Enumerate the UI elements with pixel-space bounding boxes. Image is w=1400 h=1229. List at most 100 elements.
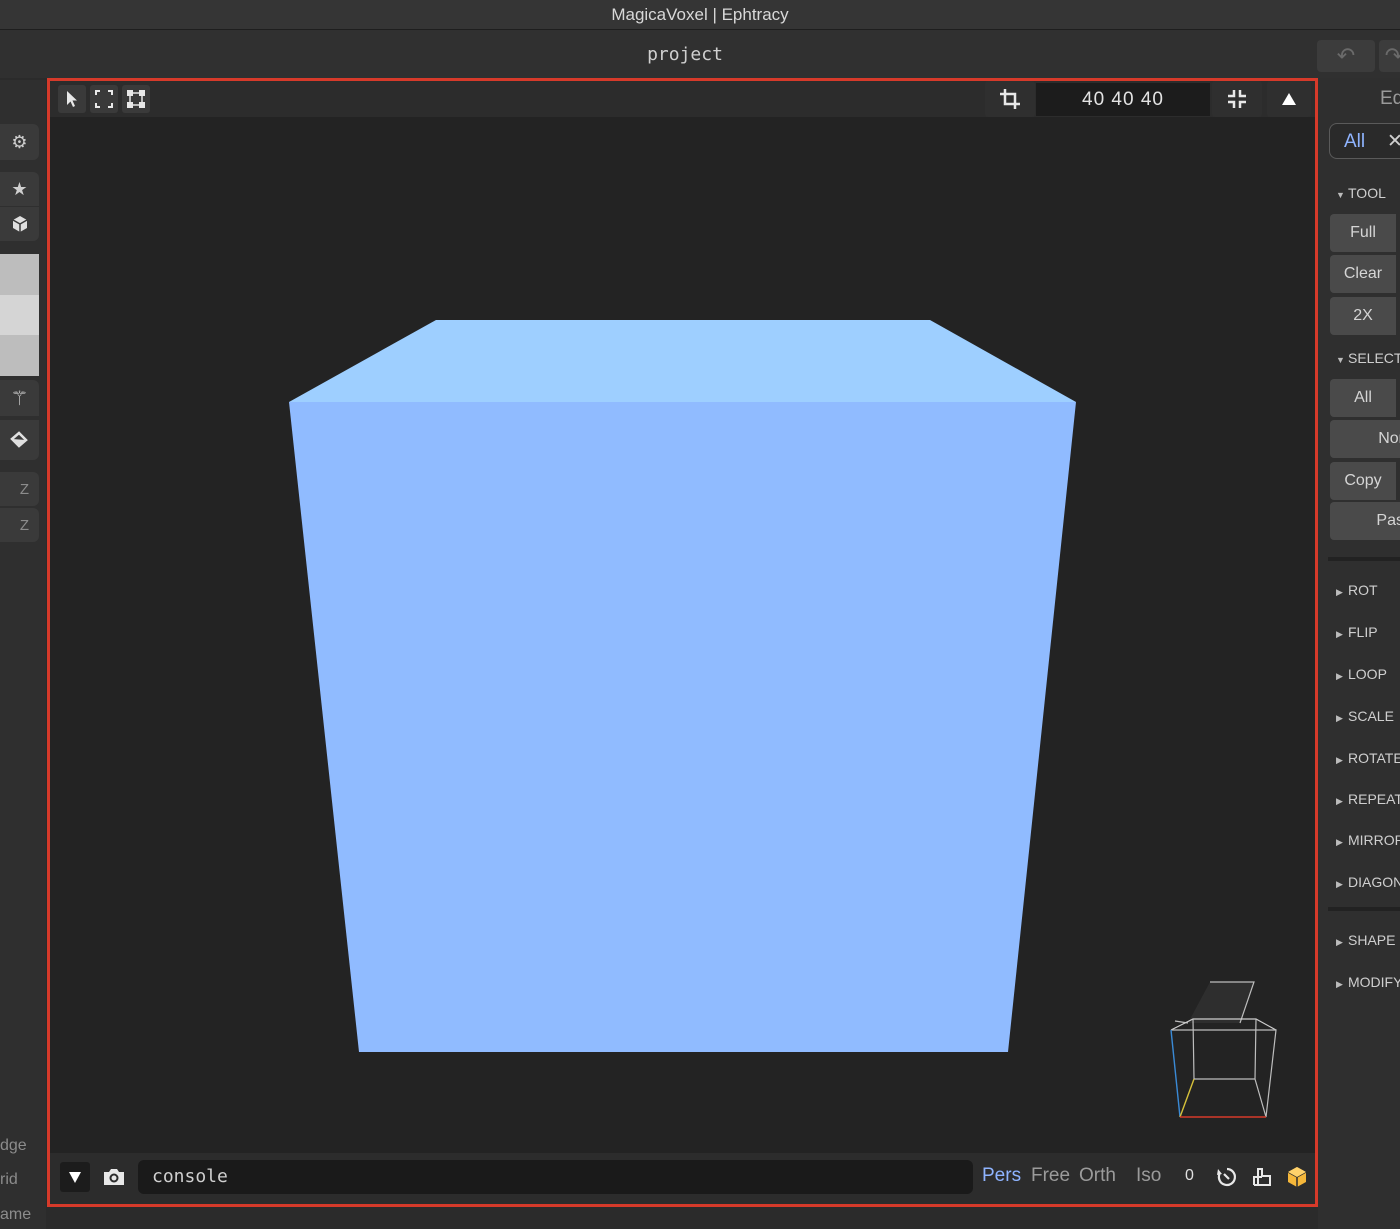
expand-toggle-button[interactable]: [1267, 81, 1311, 117]
section-diagonal[interactable]: ▶ DIAGON: [1336, 874, 1400, 890]
section-loop[interactable]: ▶ LOOP: [1336, 666, 1387, 682]
expand-icon[interactable]: ✕: [1387, 130, 1400, 153]
render-mode-button[interactable]: [1283, 1163, 1311, 1191]
panel-header: Ed: [1380, 88, 1400, 109]
view-mode-orth[interactable]: Orth: [1079, 1165, 1116, 1187]
pointer-tool-button[interactable]: [58, 85, 86, 113]
select-box-button[interactable]: [90, 85, 118, 113]
reset-view-button[interactable]: [1213, 1163, 1241, 1191]
cube-front-face: [289, 402, 1076, 1052]
project-bar: project: [0, 30, 1400, 78]
palette-swatch-3[interactable]: [0, 335, 39, 376]
section-scale[interactable]: ▶ SCALE: [1336, 708, 1394, 724]
grid-view-button[interactable]: [1248, 1163, 1276, 1191]
paste-button[interactable]: Pas: [1330, 502, 1400, 540]
triangle-right-icon: ▶: [1336, 837, 1343, 847]
triangle-down-icon: ▼: [1336, 355, 1345, 365]
triangle-right-icon: ▶: [1336, 755, 1343, 765]
tool-2x-button[interactable]: 2X: [1330, 297, 1396, 335]
viewport-statusbar: console Pers Free Orth Iso 0: [50, 1153, 1315, 1204]
tool-clear-button[interactable]: Clear: [1330, 255, 1396, 293]
triangle-up-icon: [1282, 93, 1296, 105]
section-modify[interactable]: ▶ MODIFY: [1336, 974, 1400, 990]
undo-button[interactable]: ↶: [1317, 40, 1375, 72]
view-mode-free[interactable]: Free: [1031, 1165, 1070, 1187]
frame-counter[interactable]: 0: [1185, 1167, 1194, 1185]
copy-button[interactable]: Copy: [1330, 462, 1396, 500]
section-flip[interactable]: ▶ FLIP: [1336, 624, 1378, 640]
crop-button[interactable]: [985, 81, 1035, 117]
triangle-right-icon: ▶: [1336, 796, 1343, 806]
voxel-canvas[interactable]: [50, 117, 1315, 1153]
redo-icon: ↷: [1384, 43, 1400, 68]
collapse-icon: [1228, 90, 1246, 108]
axis-z-button-1[interactable]: Z: [0, 472, 39, 506]
triangle-right-icon: ▶: [1336, 587, 1343, 597]
console-input[interactable]: console: [138, 1160, 973, 1194]
viewport[interactable]: 40 40 40 console Pers Free Orth Iso 0: [47, 78, 1318, 1207]
gear-icon: ⚙: [11, 131, 28, 152]
panel-divider-1: [1328, 557, 1400, 561]
axis-z-button-2[interactable]: Z: [0, 508, 39, 542]
triangle-right-icon: ▶: [1336, 671, 1343, 681]
filter-tab-all[interactable]: All: [1344, 131, 1365, 153]
grid-toggle-label[interactable]: rid: [0, 1171, 18, 1189]
paint-bucket-icon: [9, 431, 28, 448]
view-mode-iso[interactable]: Iso: [1136, 1165, 1161, 1187]
cube-icon: [1287, 1167, 1307, 1187]
redo-button[interactable]: ↷: [1379, 40, 1400, 72]
screenshot-button[interactable]: [98, 1162, 130, 1192]
rotate-reset-icon: [1217, 1167, 1236, 1187]
cube-top-face: [289, 320, 1076, 402]
magic-wand-icon: ⚚: [10, 387, 29, 410]
tool-full-button[interactable]: Full: [1330, 214, 1396, 252]
triangle-right-icon: ▶: [1336, 879, 1343, 889]
voxel-scene: [289, 320, 1277, 1118]
section-tool[interactable]: ▼ TOOL: [1336, 185, 1386, 201]
fit-view-button[interactable]: [1212, 81, 1262, 117]
window-title: MagicaVoxel | Ephtracy: [0, 0, 1400, 30]
filter-tabs: All ✕: [1329, 123, 1400, 159]
camera-icon: [104, 1169, 124, 1185]
viewport-toolbar: 40 40 40: [50, 81, 1315, 117]
transform-box-button[interactable]: [122, 85, 150, 113]
cube-icon: [12, 216, 27, 232]
select-box-icon: [95, 90, 113, 108]
select-none-button[interactable]: Nor: [1330, 420, 1400, 458]
section-shape[interactable]: ▶ SHAPE: [1336, 932, 1395, 948]
triangle-right-icon: ▶: [1336, 629, 1343, 639]
section-repeat[interactable]: ▶ REPEAT: [1336, 791, 1400, 807]
right-panel: Ed All ✕ ▼ TOOL Full Clear 2X ▼ SELECT All…: [1318, 78, 1400, 1229]
triangle-down-icon: [69, 1172, 81, 1183]
edge-toggle-label[interactable]: dge: [0, 1137, 27, 1155]
model-dimensions[interactable]: 40 40 40: [1036, 83, 1210, 116]
triangle-right-icon: ▶: [1336, 937, 1343, 947]
select-all-button[interactable]: All: [1330, 379, 1396, 417]
triangle-right-icon: ▶: [1336, 713, 1343, 723]
section-mirror[interactable]: ▶ MIRROR: [1336, 832, 1400, 848]
settings-button[interactable]: ⚙: [0, 124, 39, 160]
view-mode-pers[interactable]: Pers: [982, 1165, 1021, 1187]
model-button[interactable]: [0, 207, 39, 241]
frame-toggle-label[interactable]: ame: [0, 1206, 31, 1224]
magic-wand-button[interactable]: ⚚: [0, 380, 39, 416]
favorites-button[interactable]: ★: [0, 172, 39, 206]
transform-icon: [127, 90, 145, 108]
palette-swatch-2[interactable]: [0, 295, 39, 335]
section-rotate[interactable]: ▶ ROTATE: [1336, 750, 1400, 766]
left-toolbar: ⚙ ★ ⚚ Z Z dge rid ame: [0, 80, 46, 1229]
console-toggle-button[interactable]: [60, 1162, 90, 1192]
triangle-right-icon: ▶: [1336, 979, 1343, 989]
palette-swatch-1[interactable]: [0, 254, 39, 295]
cursor-icon: [67, 91, 77, 107]
undo-icon: ↶: [1336, 43, 1356, 68]
orientation-gizmo[interactable]: [1170, 981, 1277, 1118]
triangle-down-icon: ▼: [1336, 190, 1345, 200]
section-rot[interactable]: ▶ ROT: [1336, 582, 1378, 598]
panel-divider-2: [1328, 907, 1400, 911]
paint-bucket-button[interactable]: [0, 420, 39, 460]
section-select[interactable]: ▼ SELECT: [1336, 350, 1400, 366]
star-icon: ★: [11, 178, 28, 199]
crop-icon: [1000, 89, 1020, 109]
project-name[interactable]: project: [0, 30, 1370, 80]
